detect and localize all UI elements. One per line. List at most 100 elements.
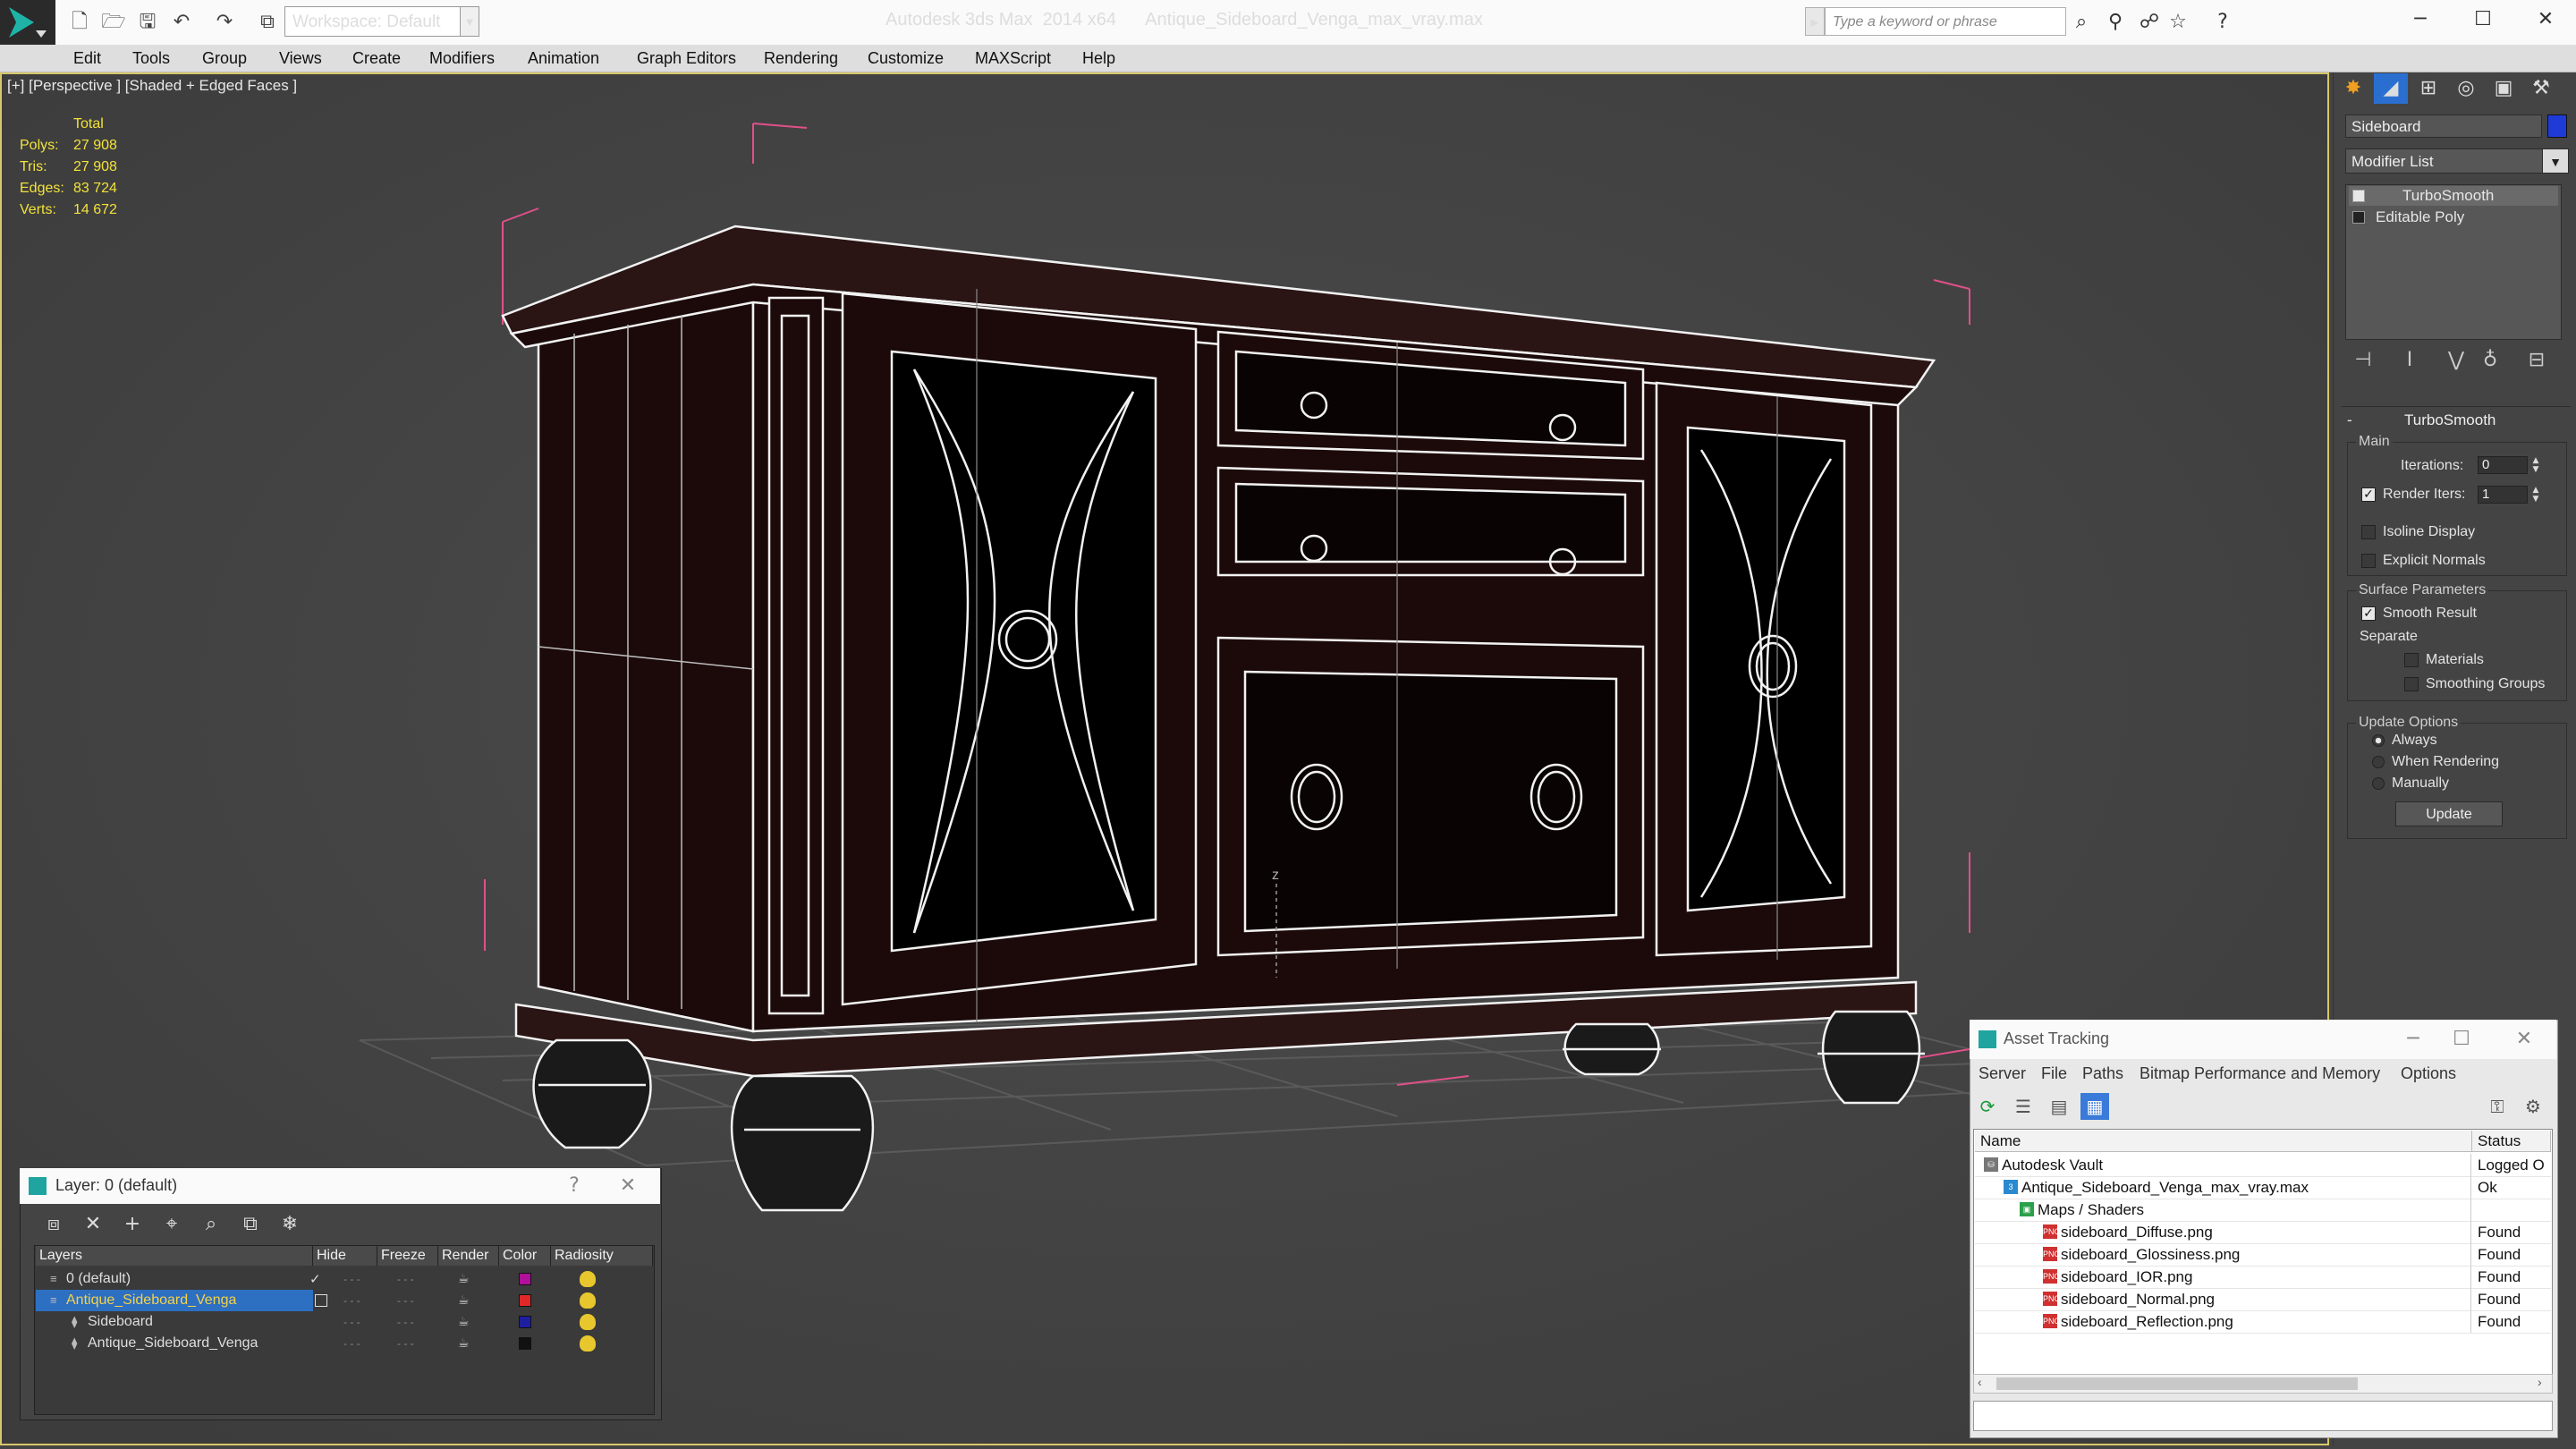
layer-name[interactable]: Sideboard	[88, 1311, 153, 1333]
layer-name[interactable]: Antique_Sideboard_Venga	[88, 1333, 258, 1354]
freeze-toggle[interactable]: - - -	[397, 1268, 414, 1290]
when-rendering-radio[interactable]	[2372, 756, 2385, 768]
layer-name[interactable]: Antique_Sideboard_Venga	[66, 1290, 236, 1311]
update-button[interactable]: Update	[2395, 801, 2503, 826]
render-teapot-icon[interactable]: ☕	[458, 1268, 470, 1290]
show-end-result-icon[interactable]: Ⅰ	[2394, 345, 2426, 376]
select-objects-icon[interactable]: ⌖	[156, 1211, 188, 1238]
utilities-tab-icon[interactable]: ⚒	[2524, 73, 2558, 104]
asset-row[interactable]: 3 Antique_Sideboard_Venga_max_vray.max Ok	[1975, 1176, 2551, 1199]
maximize-icon[interactable]: ☐	[2444, 1021, 2479, 1057]
menu-tools[interactable]: Tools	[132, 45, 170, 72]
set-current-icon[interactable]	[315, 1294, 327, 1307]
search-expand-icon[interactable]: ▶	[1805, 7, 1825, 36]
current-layer-check-icon[interactable]: ✓	[309, 1268, 321, 1290]
hide-all-icon[interactable]: ⧉	[234, 1211, 267, 1238]
chevron-down-icon[interactable]: ▼	[2542, 148, 2569, 174]
freeze-toggle[interactable]: - - -	[397, 1290, 414, 1311]
asset-row[interactable]: ⛁ Autodesk Vault Logged O	[1975, 1154, 2551, 1177]
layer-color-swatch[interactable]	[519, 1337, 531, 1350]
menu-group[interactable]: Group	[202, 45, 247, 72]
render-teapot-icon[interactable]: ☕	[458, 1290, 470, 1311]
radiosity-bulb-icon[interactable]	[580, 1292, 596, 1309]
asset-row[interactable]: ▣ Maps / Shaders	[1975, 1199, 2551, 1222]
modify-tab-icon[interactable]: ◢	[2374, 73, 2408, 104]
column-freeze[interactable]: Freeze	[377, 1246, 438, 1266]
layer-color-swatch[interactable]	[519, 1316, 531, 1328]
list-view-icon[interactable]: ☰	[2009, 1093, 2038, 1120]
layer-dialog-titlebar[interactable]: Layer: 0 (default) ? ✕	[20, 1168, 660, 1204]
lightbulb-icon[interactable]	[2352, 190, 2365, 202]
spinner-arrows-icon[interactable]: ▲ ▼	[2529, 456, 2542, 474]
make-unique-icon[interactable]: ⋁	[2440, 345, 2472, 376]
redo-icon[interactable]: ↷	[211, 9, 238, 36]
motion-tab-icon[interactable]: ◎	[2449, 73, 2483, 104]
remove-modifier-icon[interactable]: ♁	[2474, 345, 2506, 376]
scrollbar-thumb[interactable]	[1996, 1377, 2358, 1390]
column-name[interactable]: Name	[1975, 1131, 2472, 1152]
object-name-field[interactable]: Sideboard	[2345, 114, 2542, 138]
menu-graph-editors[interactable]: Graph Editors	[637, 45, 736, 72]
help-icon[interactable]: ?	[556, 1168, 592, 1204]
vault-login-icon[interactable]: ⚿	[2483, 1093, 2512, 1120]
menu-create[interactable]: Create	[352, 45, 401, 72]
asset-menu-paths[interactable]: Paths	[2082, 1061, 2123, 1086]
layer-row[interactable]: ≡ 0 (default) ✓ - - - - - - ☕	[36, 1268, 653, 1290]
scroll-right-icon[interactable]: ›	[2538, 1375, 2542, 1389]
create-tab-icon[interactable]: ✸	[2336, 73, 2370, 104]
subscription-icon[interactable]: ⚲	[2102, 8, 2129, 37]
rollout-title[interactable]: TurboSmooth	[2404, 411, 2496, 429]
smooth-result-checkbox[interactable]: ✓	[2361, 606, 2376, 621]
hide-toggle[interactable]: - - -	[343, 1268, 360, 1290]
new-layer-icon[interactable]: ⧈	[38, 1211, 70, 1238]
freeze-all-icon[interactable]: ❄	[274, 1211, 306, 1238]
asset-menu-bitmap-performance[interactable]: Bitmap Performance and Memory	[2140, 1061, 2380, 1086]
save-file-icon[interactable]: 🖫	[134, 9, 161, 36]
column-color[interactable]: Color	[499, 1246, 551, 1266]
layer-color-swatch[interactable]	[519, 1273, 531, 1285]
asset-row[interactable]: PNG sideboard_Diffuse.png Found	[1975, 1221, 2551, 1244]
always-radio[interactable]	[2372, 734, 2385, 747]
workspace-dropdown[interactable]: Workspace: Default	[284, 6, 463, 37]
layer-row[interactable]: ⧫ Sideboard - - - - - - ☕	[36, 1311, 653, 1333]
radiosity-bulb-icon[interactable]	[580, 1314, 596, 1330]
modifier-list-dropdown[interactable]: Modifier List	[2345, 148, 2569, 174]
display-tab-icon[interactable]: ▣	[2487, 73, 2521, 104]
layer-row[interactable]: ≡ Antique_Sideboard_Venga - - - - - - ☕	[36, 1290, 653, 1311]
menu-animation[interactable]: Animation	[528, 45, 599, 72]
layer-row[interactable]: ⧫ Antique_Sideboard_Venga - - - - - - ☕	[36, 1333, 653, 1354]
delete-layer-icon[interactable]: ✕	[77, 1211, 109, 1238]
close-icon[interactable]: ✕	[2515, 0, 2576, 39]
hide-toggle[interactable]: - - -	[343, 1311, 360, 1333]
iterations-spinner[interactable]: 0	[2478, 456, 2528, 474]
menu-help[interactable]: Help	[1082, 45, 1115, 72]
scroll-left-icon[interactable]: ‹	[1978, 1375, 1982, 1389]
menu-maxscript[interactable]: MAXScript	[975, 45, 1051, 72]
maximize-icon[interactable]: ☐	[2453, 0, 2513, 39]
hierarchy-tab-icon[interactable]: ⊞	[2411, 73, 2445, 104]
app-logo[interactable]	[0, 0, 55, 45]
asset-menu-file[interactable]: File	[2041, 1061, 2067, 1086]
manually-radio[interactable]	[2372, 777, 2385, 790]
render-iters-checkbox[interactable]: ✓	[2361, 487, 2376, 502]
communication-icon[interactable]: ☍	[2136, 8, 2163, 37]
undo-icon[interactable]: ↶	[168, 9, 195, 36]
viewport-label[interactable]: [+] [Perspective ] [Shaded + Edged Faces…	[7, 77, 297, 95]
column-render[interactable]: Render	[438, 1246, 499, 1266]
vault-settings-icon[interactable]: ⚙	[2519, 1093, 2547, 1120]
minimize-icon[interactable]: ─	[2390, 0, 2451, 39]
explicit-normals-checkbox[interactable]	[2361, 554, 2376, 568]
minimize-icon[interactable]: ─	[2395, 1021, 2431, 1057]
asset-dialog-titlebar[interactable]: Asset Tracking ─ ☐ ✕	[1970, 1020, 2556, 1059]
object-color-swatch[interactable]	[2547, 114, 2567, 138]
path-view-icon[interactable]: ▤	[2045, 1093, 2073, 1120]
refresh-icon[interactable]: ⟳	[1973, 1093, 2002, 1120]
table-view-icon[interactable]: ▦	[2080, 1093, 2109, 1120]
isoline-display-checkbox[interactable]	[2361, 525, 2376, 539]
add-to-layer-icon[interactable]: +	[116, 1211, 148, 1238]
close-icon[interactable]: ✕	[610, 1168, 646, 1204]
asset-menu-options[interactable]: Options	[2401, 1061, 2456, 1086]
expand-icon[interactable]	[2352, 211, 2365, 224]
open-file-icon[interactable]: 🗁	[100, 9, 127, 36]
hide-toggle[interactable]: - - -	[343, 1333, 360, 1354]
